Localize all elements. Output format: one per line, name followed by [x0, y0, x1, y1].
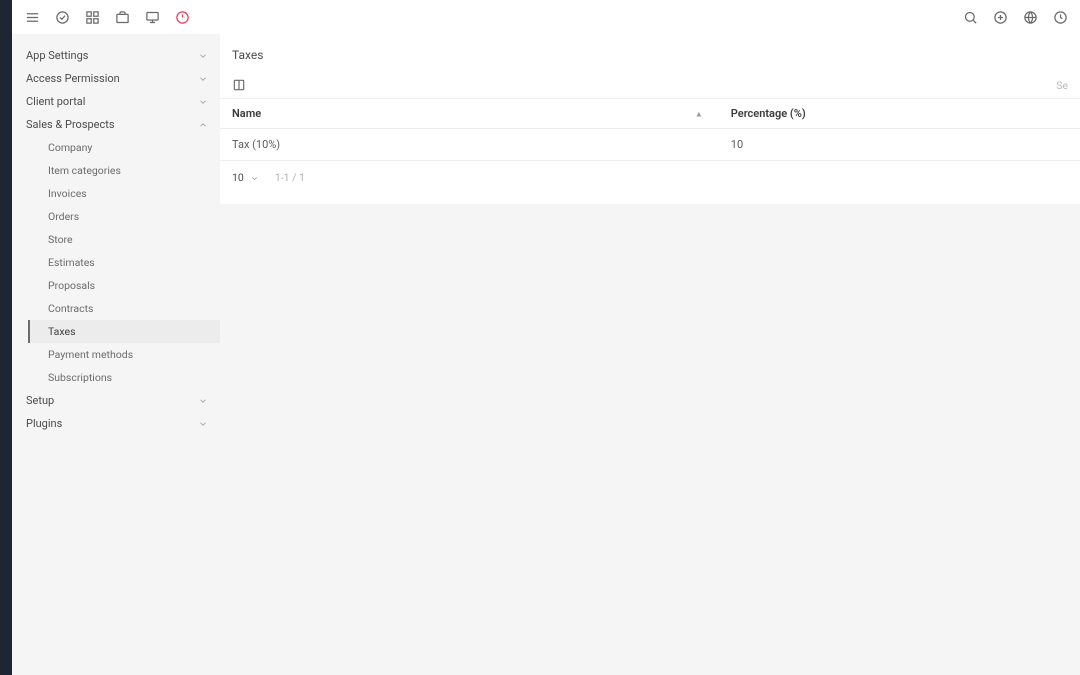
- sidebar-item-label: Subscriptions: [48, 371, 112, 384]
- cell-name: Tax (10%): [220, 129, 719, 161]
- chevron-down-icon: [198, 396, 208, 406]
- sidebar-group-label: Plugins: [26, 417, 62, 430]
- sidebar-group-sales-prospects[interactable]: Sales & Prospects: [12, 113, 220, 136]
- grid-icon[interactable]: [84, 9, 100, 25]
- sidebar-item-store[interactable]: Store: [28, 228, 220, 251]
- sidebar-group-app-settings[interactable]: App Settings: [12, 44, 220, 67]
- sidebar-item-item-categories[interactable]: Item categories: [28, 159, 220, 182]
- clock-icon[interactable]: [1052, 9, 1068, 25]
- menu-icon[interactable]: [24, 9, 40, 25]
- clock-alert-icon[interactable]: [174, 9, 190, 25]
- taxes-table: Name ▲ Percentage (%) Tax (10%) 10: [220, 98, 1080, 161]
- globe-icon[interactable]: [1022, 9, 1038, 25]
- monitor-icon[interactable]: [144, 9, 160, 25]
- sidebar-item-label: Payment methods: [48, 348, 133, 361]
- cell-percentage: 10: [719, 129, 1080, 161]
- chevron-down-icon: [198, 74, 208, 84]
- sidebar-item-estimates[interactable]: Estimates: [28, 251, 220, 274]
- sidebar-item-label: Company: [48, 141, 92, 154]
- sidebar-item-subscriptions[interactable]: Subscriptions: [28, 366, 220, 389]
- sort-asc-icon: ▲: [695, 109, 703, 118]
- toolbar-left: [232, 78, 246, 92]
- col-header-name[interactable]: Name ▲: [220, 99, 719, 129]
- sidebar-group-access-permission[interactable]: Access Permission: [12, 67, 220, 90]
- chevron-down-icon: [198, 51, 208, 61]
- page-range: 1-1 / 1: [275, 171, 305, 184]
- sidebar-item-label: Estimates: [48, 256, 95, 269]
- search-input[interactable]: Se: [1056, 79, 1068, 92]
- search-icon[interactable]: [962, 9, 978, 25]
- sidebar-item-label: Store: [48, 233, 73, 246]
- sidebar-item-label: Orders: [48, 210, 79, 223]
- sidebar-item-payment-methods[interactable]: Payment methods: [28, 343, 220, 366]
- chevron-down-icon: [198, 97, 208, 107]
- sidebar-group-label: Access Permission: [26, 72, 120, 85]
- sidebar-item-contracts[interactable]: Contracts: [28, 297, 220, 320]
- page-title: Taxes: [220, 34, 1080, 72]
- sidebar-item-label: Contracts: [48, 302, 93, 315]
- sidebar-item-taxes[interactable]: Taxes: [28, 320, 220, 343]
- sidebar-item-proposals[interactable]: Proposals: [28, 274, 220, 297]
- col-header-percentage[interactable]: Percentage (%): [719, 99, 1080, 129]
- sidebar-group-label: App Settings: [26, 49, 88, 62]
- page-size-value: 10: [232, 171, 244, 184]
- chevron-up-icon: [198, 120, 208, 130]
- table-header-row: Name ▲ Percentage (%): [220, 99, 1080, 129]
- card-toolbar: Se: [220, 72, 1080, 98]
- col-header-label: Name: [232, 107, 261, 120]
- sidebar-group-setup[interactable]: Setup: [12, 389, 220, 412]
- sidebar-item-label: Invoices: [48, 187, 87, 200]
- sidebar-item-invoices[interactable]: Invoices: [28, 182, 220, 205]
- table-row[interactable]: Tax (10%) 10: [220, 129, 1080, 161]
- briefcase-icon[interactable]: [114, 9, 130, 25]
- sidebar-item-company[interactable]: Company: [28, 136, 220, 159]
- sidebar-item-label: Taxes: [48, 325, 76, 338]
- sidebar-group-label: Setup: [26, 394, 54, 407]
- chevron-down-icon: [198, 419, 208, 429]
- add-circle-icon[interactable]: [992, 9, 1008, 25]
- sidebar-group-client-portal[interactable]: Client portal: [12, 90, 220, 113]
- sidebar-item-label: Proposals: [48, 279, 95, 292]
- left-rail: [0, 0, 12, 675]
- sidebar-item-orders[interactable]: Orders: [28, 205, 220, 228]
- sidebar-group-label: Client portal: [26, 95, 85, 108]
- sidebar: App Settings Access Permission Client po…: [12, 34, 220, 675]
- page-size-select[interactable]: 10: [232, 171, 259, 184]
- topbar-right: [962, 9, 1068, 25]
- sidebar-sub-sales-prospects: Company Item categories Invoices Orders …: [12, 136, 220, 389]
- sidebar-group-label: Sales & Prospects: [26, 118, 115, 131]
- sidebar-group-plugins[interactable]: Plugins: [12, 412, 220, 435]
- check-circle-icon[interactable]: [54, 9, 70, 25]
- topbar-left: [24, 9, 190, 25]
- table-footer: 10 1-1 / 1: [220, 161, 1080, 194]
- topbar: [12, 0, 1080, 34]
- taxes-card: Taxes Se Name ▲ Percentage (%): [220, 34, 1080, 204]
- main-content: Taxes Se Name ▲ Percentage (%): [220, 34, 1080, 675]
- chevron-down-icon: [250, 173, 259, 182]
- columns-icon[interactable]: [232, 78, 246, 92]
- col-header-label: Percentage (%): [731, 107, 806, 120]
- sidebar-item-label: Item categories: [48, 164, 121, 177]
